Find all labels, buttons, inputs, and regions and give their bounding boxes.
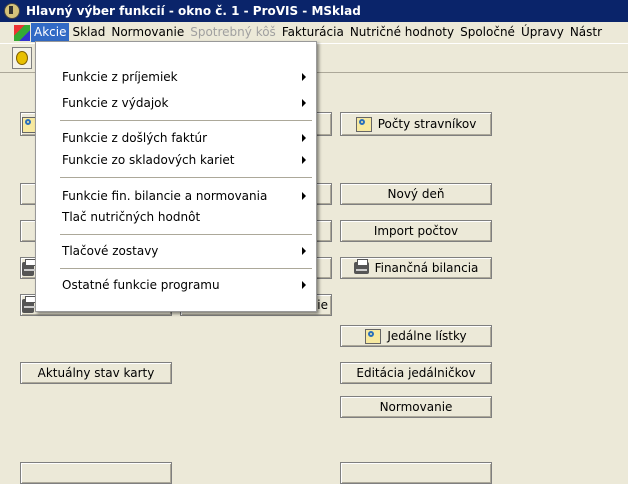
- magnifier-icon: [365, 328, 382, 344]
- menu-separator: [60, 234, 312, 236]
- bottom-left-button[interactable]: [20, 462, 172, 484]
- menu-item-funkcie-z-doslych-faktur[interactable]: Funkcie z došlých faktúr: [36, 129, 316, 147]
- submenu-arrow-icon: [302, 192, 306, 200]
- novy-den-label: Nový deň: [387, 187, 445, 201]
- financna-bilancia-label: Finančná bilancia: [374, 261, 479, 275]
- window-titlebar: Hlavný výber funkcií - okno č. 1 - ProVI…: [0, 0, 628, 22]
- bottom-right-button[interactable]: [340, 462, 492, 484]
- toolbar-button[interactable]: [12, 47, 32, 69]
- menu-item-label: Funkcie z výdajok: [62, 96, 169, 110]
- normovanie-button[interactable]: Normovanie: [340, 396, 492, 418]
- jedalne-listky-label: Jedálne lístky: [387, 329, 467, 343]
- menu-item-funkcie-zo-skladovych-kariet[interactable]: Funkcie zo skladových kariet: [36, 151, 316, 169]
- menu-item-funkcie-z-vydajok[interactable]: Funkcie z výdajok: [36, 94, 316, 112]
- window-title: Hlavný výber funkcií - okno č. 1 - ProVI…: [26, 4, 361, 18]
- menu-item-label: Tlačové zostavy: [62, 244, 159, 258]
- menu-item-tlac-nutricnych-hodnot[interactable]: Tlač nutričných hodnôt: [36, 208, 316, 226]
- menu-item-label: Funkcie z došlých faktúr: [62, 131, 208, 145]
- menubar: Akcie Sklad Normovanie Spotrebný kôš Fak…: [0, 22, 628, 43]
- menu-nastroje[interactable]: Nástr: [567, 23, 605, 42]
- submenu-arrow-icon: [302, 73, 306, 81]
- menu-upravy[interactable]: Úpravy: [518, 23, 567, 42]
- menu-spolocne[interactable]: Spoločné: [457, 23, 518, 42]
- submenu-arrow-icon: [302, 134, 306, 142]
- submenu-arrow-icon: [302, 281, 306, 289]
- submenu-arrow-icon: [302, 156, 306, 164]
- import-poctov-button[interactable]: Import počtov: [340, 220, 492, 242]
- printer-icon: [22, 259, 36, 276]
- jedalne-listky-button[interactable]: Jedálne lístky: [340, 325, 492, 347]
- financna-bilancia-button[interactable]: Finančná bilancia: [340, 257, 492, 279]
- pocty-stravnikov-button[interactable]: Počty stravníkov: [340, 112, 492, 136]
- menu-item-funkcie-fin-bilancie[interactable]: Funkcie fin. bilancie a normovania: [36, 187, 316, 205]
- menu-item-label: Funkcie z príjemiek: [62, 70, 178, 84]
- menu-sklad[interactable]: Sklad: [69, 23, 108, 42]
- menu-nutricne-hodnoty[interactable]: Nutričné hodnoty: [347, 23, 457, 42]
- editacia-jedalnickov-button[interactable]: Editácia jedálničkov: [340, 362, 492, 384]
- import-poctov-label: Import počtov: [373, 224, 459, 238]
- menu-item-tlacove-zostavy[interactable]: Tlačové zostavy: [36, 242, 316, 260]
- normovanie-label: Normovanie: [379, 400, 453, 414]
- aktualny-stav-karty-label: Aktuálny stav karty: [37, 366, 155, 380]
- printer-icon: [22, 296, 36, 313]
- menu-item-label: Ostatné funkcie programu: [62, 278, 220, 292]
- coin-icon: [16, 51, 28, 65]
- menu-item-funkcie-z-prijemiek[interactable]: Funkcie z príjemiek: [36, 68, 316, 86]
- menu-item-label: Funkcie zo skladových kariet: [62, 153, 235, 167]
- submenu-arrow-icon: [302, 247, 306, 255]
- menu-separator: [60, 268, 312, 270]
- editacia-jedalnickov-label: Editácia jedálničkov: [356, 366, 476, 380]
- menu-separator: [60, 177, 312, 179]
- novy-den-button[interactable]: Nový deň: [340, 183, 492, 205]
- menu-fakturacia[interactable]: Fakturácia: [279, 23, 347, 42]
- menu-item-label: Funkcie fin. bilancie a normovania: [62, 189, 268, 203]
- mdi-window-icon[interactable]: [14, 24, 30, 41]
- menu-normovanie[interactable]: Normovanie: [108, 23, 187, 42]
- pocty-stravnikov-label: Počty stravníkov: [377, 117, 477, 131]
- menu-item-ostatne-funkcie-programu[interactable]: Ostatné funkcie programu: [36, 276, 316, 294]
- menu-spotrebny-kos: Spotrebný kôš: [190, 25, 276, 39]
- app-icon: [4, 3, 20, 19]
- magnifier-icon: [355, 116, 372, 132]
- menu-separator: [60, 120, 312, 122]
- magnifier-icon: [22, 117, 36, 133]
- partial-button-label: ie: [317, 298, 328, 312]
- menu-item-label: Tlač nutričných hodnôt: [62, 210, 201, 224]
- aktualny-stav-karty-button[interactable]: Aktuálny stav karty: [20, 362, 172, 384]
- printer-icon: [353, 259, 369, 274]
- menu-akcie[interactable]: Akcie: [31, 23, 70, 42]
- akcie-dropdown-menu: Funkcie z príjemiek Funkcie z výdajok Fu…: [35, 41, 317, 312]
- submenu-arrow-icon: [302, 99, 306, 107]
